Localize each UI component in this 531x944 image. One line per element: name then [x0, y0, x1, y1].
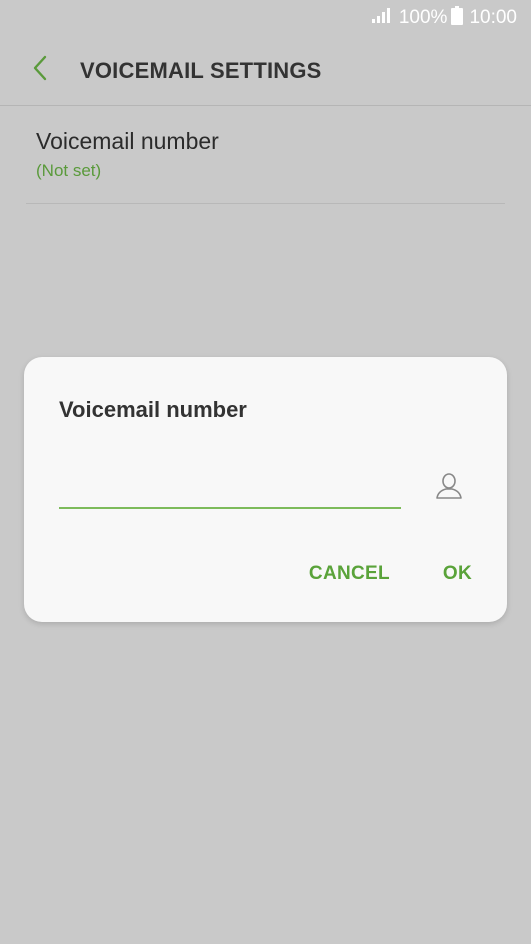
clock: 10:00 — [469, 7, 517, 28]
cancel-button[interactable]: CANCEL — [309, 563, 390, 585]
voicemail-number-input[interactable] — [59, 473, 401, 509]
contact-picker-button[interactable] — [432, 471, 466, 505]
ok-button[interactable]: OK — [443, 563, 472, 585]
battery-percent: 100% — [398, 7, 448, 28]
signal-icon — [371, 6, 393, 30]
setting-value: (Not set) — [36, 161, 102, 180]
page-title: VOICEMAIL SETTINGS — [80, 57, 322, 83]
voicemail-number-dialog: Voicemail number CANCEL OK — [24, 357, 507, 622]
setting-label: Voicemail number — [36, 128, 219, 154]
voicemail-number-setting[interactable]: Voicemail number (Not set) — [26, 106, 505, 204]
status-bar: 100% 10:00 — [0, 0, 531, 36]
back-button[interactable] — [0, 36, 80, 106]
dialog-actions: CANCEL OK — [309, 563, 472, 585]
chevron-left-icon — [32, 55, 48, 86]
battery-icon — [451, 5, 464, 31]
contact-person-icon — [434, 471, 464, 506]
app-header: VOICEMAIL SETTINGS — [0, 36, 531, 106]
dialog-title: Voicemail number — [59, 397, 247, 422]
